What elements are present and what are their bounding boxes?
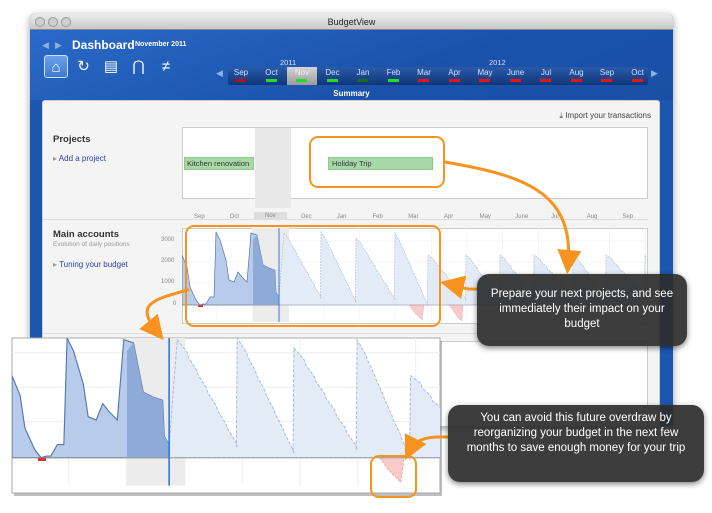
- callout-overdraw: You can avoid this future overdraw by re…: [448, 405, 704, 482]
- callout-projects: Prepare your next projects, and see imme…: [477, 274, 687, 346]
- highlight-box: [309, 136, 445, 188]
- section-title: Summary: [333, 89, 370, 98]
